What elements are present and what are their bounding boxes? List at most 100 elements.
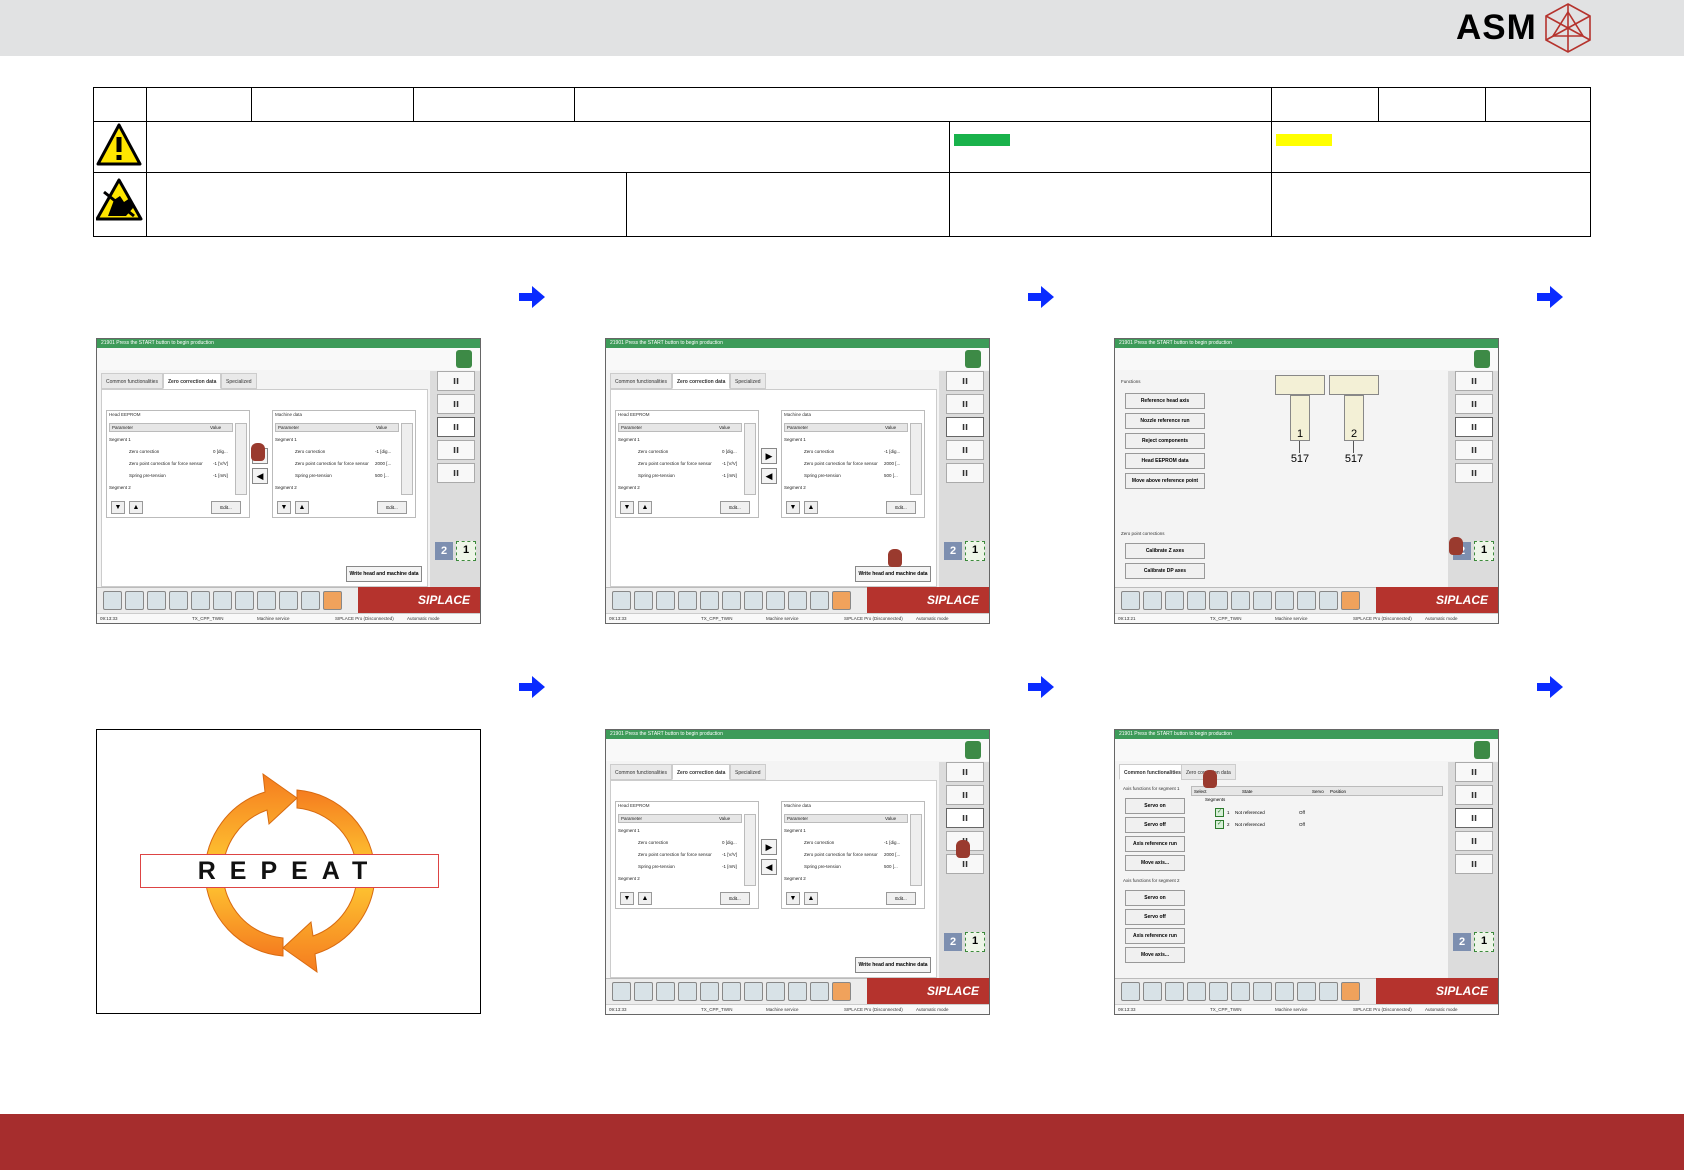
scrollbar[interactable] <box>744 814 756 886</box>
chart-icon[interactable] <box>656 591 675 610</box>
pen-icon[interactable] <box>766 591 785 610</box>
head-select-button[interactable]: ıı <box>1455 785 1493 805</box>
wrench-icon[interactable] <box>832 591 851 610</box>
save-icon[interactable] <box>678 982 697 1001</box>
settings-icon[interactable] <box>788 591 807 610</box>
machine-icon[interactable] <box>456 350 472 368</box>
settings-icon[interactable] <box>279 591 298 610</box>
chart-icon[interactable] <box>147 591 166 610</box>
tab-common-functionalities[interactable]: Common functionalities <box>101 373 163 389</box>
copy-right-button[interactable]: ▶ <box>761 839 777 855</box>
edit-button[interactable]: Edit... <box>211 501 241 514</box>
pen-icon[interactable] <box>1275 982 1294 1001</box>
move-up-button[interactable]: ▲ <box>295 501 309 514</box>
feeder-icon[interactable] <box>301 591 320 610</box>
tab-specialized[interactable]: Specialized <box>221 373 257 389</box>
row1-checkbox[interactable]: ✓ <box>1215 808 1224 817</box>
gantry-1-button[interactable]: 1 <box>456 541 476 561</box>
grid-icon[interactable] <box>634 982 653 1001</box>
reference-head-axis-button[interactable]: Reference head axis <box>1125 393 1205 409</box>
trend-icon[interactable] <box>1231 591 1250 610</box>
axis-reference-run-button-2[interactable]: Axis reference run <box>1125 928 1185 944</box>
head-select-button[interactable]: ıı <box>1455 854 1493 874</box>
tab-zero-correction-data[interactable]: Zero correction data <box>672 764 731 780</box>
book-icon[interactable] <box>700 591 719 610</box>
move-above-reference-point-button[interactable]: Move above reference point <box>1125 473 1205 489</box>
tab-common-functionalities[interactable]: Common functionalities <box>610 764 672 780</box>
camera-icon[interactable] <box>1253 982 1272 1001</box>
head-select-button[interactable]: ıı <box>1455 463 1493 483</box>
move-up-button[interactable]: ▲ <box>638 501 652 514</box>
tab-common-functionalities[interactable]: Common functionalities <box>610 373 672 389</box>
tab-specialized[interactable]: Specialized <box>730 373 766 389</box>
edit-button[interactable]: Edit... <box>720 892 750 905</box>
feeder-icon[interactable] <box>810 982 829 1001</box>
head-select-button[interactable]: ıı <box>946 762 984 782</box>
gantry-1-button[interactable]: 1 <box>1474 541 1494 561</box>
pen-icon[interactable] <box>1275 591 1294 610</box>
calibrate-dp-axes-button[interactable]: Calibrate DP axes <box>1125 563 1205 579</box>
layout-icon[interactable] <box>1121 982 1140 1001</box>
scrollbar[interactable] <box>910 814 922 886</box>
move-up-button[interactable]: ▲ <box>129 501 143 514</box>
move-up-button[interactable]: ▲ <box>804 501 818 514</box>
wrench-icon[interactable] <box>1341 591 1360 610</box>
head-select-button[interactable]: ıı <box>946 808 984 828</box>
camera-icon[interactable] <box>235 591 254 610</box>
gantry-1-button[interactable]: 1 <box>965 541 985 561</box>
camera-icon[interactable] <box>1253 591 1272 610</box>
row2-checkbox[interactable]: ✓ <box>1215 820 1224 829</box>
feeder-icon[interactable] <box>1319 591 1338 610</box>
move-down-button[interactable]: ▼ <box>277 501 291 514</box>
gantry-2-button[interactable]: 2 <box>944 542 962 560</box>
move-axis-button-2[interactable]: Move axis... <box>1125 947 1185 963</box>
machine-icon[interactable] <box>965 350 981 368</box>
head-select-button[interactable]: ıı <box>1455 808 1493 828</box>
book-icon[interactable] <box>1209 982 1228 1001</box>
head-select-button[interactable]: ıı <box>946 371 984 391</box>
move-down-button[interactable]: ▼ <box>620 892 634 905</box>
head-select-button[interactable]: ıı <box>946 394 984 414</box>
camera-icon[interactable] <box>744 591 763 610</box>
move-down-button[interactable]: ▼ <box>786 501 800 514</box>
copy-left-button[interactable]: ◀ <box>761 859 777 875</box>
head-select-button[interactable]: ıı <box>1455 371 1493 391</box>
write-head-machine-data-button[interactable]: Write head and machine data <box>855 566 931 582</box>
camera-icon[interactable] <box>744 982 763 1001</box>
settings-icon[interactable] <box>1297 591 1316 610</box>
copy-right-button[interactable]: ▶ <box>761 448 777 464</box>
gantry-1-button[interactable]: 1 <box>1474 932 1494 952</box>
head-select-button[interactable]: ıı <box>1455 831 1493 851</box>
head-select-button[interactable]: ıı <box>437 440 475 460</box>
reject-components-button[interactable]: Reject components <box>1125 433 1205 449</box>
head-select-button[interactable]: ıı <box>1455 417 1493 437</box>
servo-off-button-2[interactable]: Servo off <box>1125 909 1185 925</box>
move-down-button[interactable]: ▼ <box>786 892 800 905</box>
pen-icon[interactable] <box>766 982 785 1001</box>
tab-zero-correction-data[interactable]: Zero correction data <box>672 373 731 389</box>
grid-icon[interactable] <box>125 591 144 610</box>
save-icon[interactable] <box>169 591 188 610</box>
head-select-button[interactable]: ıı <box>946 440 984 460</box>
grid-icon[interactable] <box>634 591 653 610</box>
gantry-2-button[interactable]: 2 <box>944 933 962 951</box>
head-select-button[interactable]: ıı <box>437 394 475 414</box>
tab-specialized[interactable]: Specialized <box>730 764 766 780</box>
gantry-1-button[interactable]: 1 <box>965 932 985 952</box>
trend-icon[interactable] <box>213 591 232 610</box>
move-up-button[interactable]: ▲ <box>638 892 652 905</box>
write-head-machine-data-button[interactable]: Write head and machine data <box>346 566 422 582</box>
head-select-button[interactable]: ıı <box>946 417 984 437</box>
grid-icon[interactable] <box>1143 982 1162 1001</box>
head-select-button[interactable]: ıı <box>437 371 475 391</box>
head-select-button[interactable]: ıı <box>946 463 984 483</box>
gantry-2-button[interactable]: 2 <box>1453 933 1471 951</box>
trend-icon[interactable] <box>722 982 741 1001</box>
grid-icon[interactable] <box>1143 591 1162 610</box>
feeder-icon[interactable] <box>1319 982 1338 1001</box>
machine-icon[interactable] <box>1474 741 1490 759</box>
scrollbar[interactable] <box>401 423 413 495</box>
scrollbar[interactable] <box>744 423 756 495</box>
scrollbar[interactable] <box>235 423 247 495</box>
save-icon[interactable] <box>678 591 697 610</box>
